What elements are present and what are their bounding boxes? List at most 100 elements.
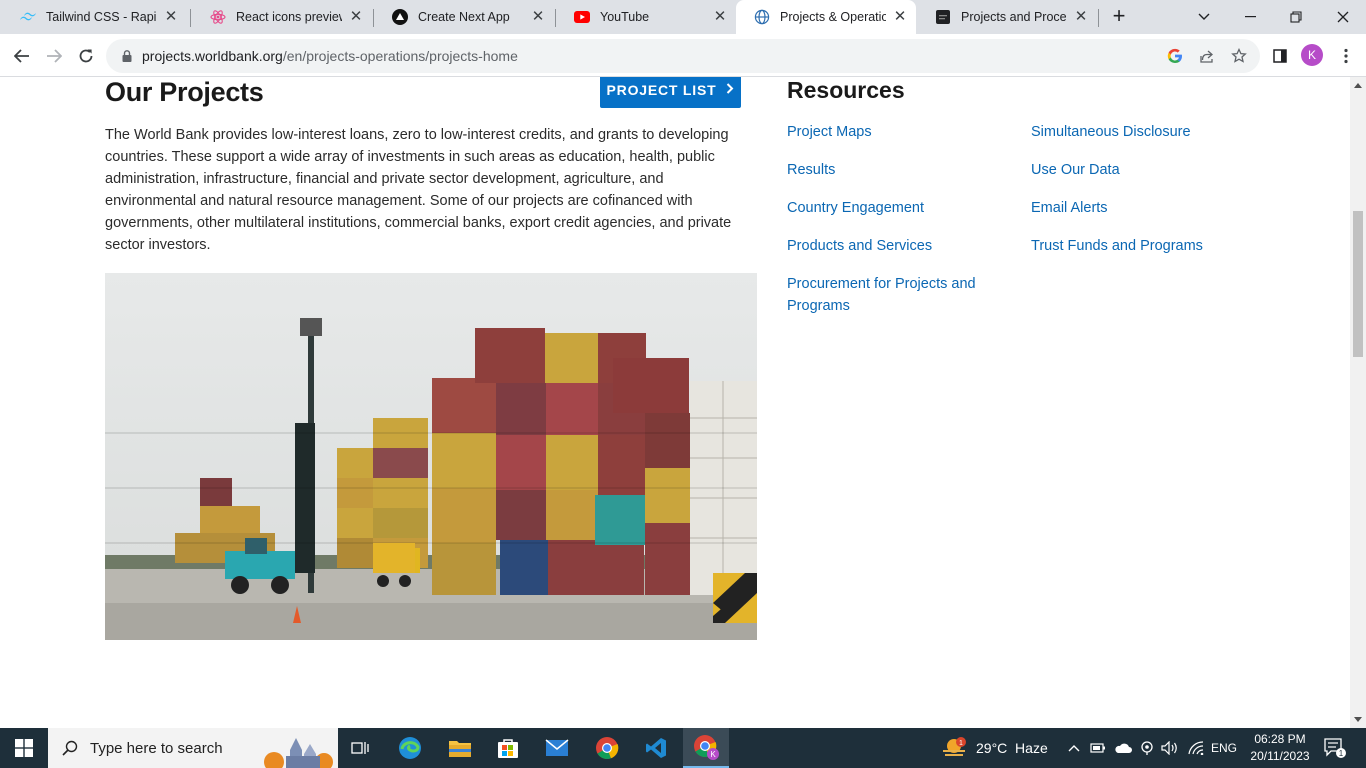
taskbar-mail[interactable] <box>540 728 574 768</box>
taskbar-edge[interactable] <box>393 728 427 768</box>
chevron-right-icon <box>726 82 734 97</box>
notifications-button[interactable]: 1 <box>1320 728 1350 768</box>
task-view-button[interactable] <box>345 728 375 768</box>
reload-button[interactable] <box>72 42 100 70</box>
tab-react-icons[interactable]: React icons preview fo ✕ <box>192 0 372 34</box>
taskbar-search[interactable]: Type here to search <box>48 728 338 768</box>
resources-heading: Resources <box>787 77 905 103</box>
google-icon[interactable] <box>1166 47 1184 65</box>
tab-youtube[interactable]: YouTube ✕ <box>556 0 736 34</box>
close-icon[interactable]: ✕ <box>348 9 364 25</box>
tab-projects-processes[interactable]: Projects and Processe ✕ <box>917 0 1097 34</box>
menu-button[interactable] <box>1332 42 1360 70</box>
weather-widget[interactable]: 1 29°C Haze <box>940 728 1050 768</box>
taskbar-file-explorer[interactable] <box>443 728 477 768</box>
webcam-icon <box>1141 741 1153 755</box>
clock-time: 06:28 PM <box>1254 732 1306 746</box>
arrow-left-icon <box>14 49 29 63</box>
youtube-icon <box>574 9 590 25</box>
chrome-profile-icon: K <box>694 735 719 760</box>
restore-button[interactable] <box>1273 0 1319 34</box>
link-use-our-data[interactable]: Use Our Data <box>1031 159 1251 181</box>
link-country-engagement[interactable]: Country Engagement <box>787 197 1007 219</box>
meet-now-button[interactable] <box>1137 728 1157 768</box>
close-icon[interactable]: ✕ <box>1073 9 1089 25</box>
reload-icon <box>79 49 93 63</box>
link-procurement[interactable]: Procurement for Projects and Programs <box>787 273 1007 317</box>
close-icon[interactable]: ✕ <box>530 9 546 25</box>
onedrive-button[interactable] <box>1112 728 1134 768</box>
forward-button[interactable] <box>40 42 68 70</box>
more-vertical-icon <box>1344 48 1348 64</box>
store-icon <box>498 739 518 758</box>
vscode-icon <box>646 738 666 758</box>
globe-icon <box>754 9 770 25</box>
url-host: projects.worldbank.org <box>142 48 283 64</box>
close-window-button[interactable] <box>1320 0 1366 34</box>
svg-text:K: K <box>710 750 716 759</box>
task-view-icon <box>351 742 369 754</box>
taskbar-chrome[interactable] <box>590 728 624 768</box>
minimize-icon <box>1244 16 1256 18</box>
lock-icon[interactable] <box>120 49 134 63</box>
language-text: ENG <box>1210 741 1237 755</box>
tab-projects-operations[interactable]: Projects & Operation ✕ <box>736 0 916 34</box>
tab-title: Projects & Operation <box>780 10 886 24</box>
system-clock[interactable]: 06:28 PM 20/11/2023 <box>1240 731 1320 765</box>
project-list-label: PROJECT LIST <box>606 81 717 98</box>
battery-button[interactable] <box>1088 728 1108 768</box>
language-button[interactable]: ENG <box>1209 728 1239 768</box>
link-results[interactable]: Results <box>787 159 1007 181</box>
cloud-icon <box>1115 743 1132 753</box>
minimize-button[interactable] <box>1227 0 1273 34</box>
taskbar-chrome-active[interactable]: K <box>683 728 729 768</box>
scroll-up-arrow[interactable] <box>1354 83 1362 88</box>
link-simultaneous-disclosure[interactable]: Simultaneous Disclosure <box>1031 121 1251 143</box>
windows-taskbar: Type here to search K 1 29°C Haze ENG 06… <box>0 728 1366 768</box>
volume-button[interactable] <box>1159 728 1181 768</box>
profile-avatar[interactable]: K <box>1301 44 1323 66</box>
taskbar-vscode[interactable] <box>639 728 673 768</box>
battery-icon <box>1090 743 1105 753</box>
close-icon[interactable]: ✕ <box>712 9 728 25</box>
back-button[interactable] <box>8 42 36 70</box>
close-icon <box>1337 11 1349 23</box>
tab-strip: Tailwind CSS - Rapidly ✕ React icons pre… <box>0 0 1366 34</box>
scroll-down-arrow[interactable] <box>1354 717 1362 722</box>
restore-icon <box>1290 11 1302 23</box>
chevron-down-icon <box>1198 13 1210 20</box>
scrollbar-thumb[interactable] <box>1353 211 1363 357</box>
start-button[interactable] <box>0 728 48 768</box>
taskbar-store[interactable] <box>491 728 525 768</box>
address-bar[interactable]: projects.worldbank.org/en/projects-opera… <box>106 39 1260 73</box>
tab-tailwind[interactable]: Tailwind CSS - Rapidly ✕ <box>2 0 187 34</box>
project-list-button[interactable]: PROJECT LIST <box>600 77 741 108</box>
link-products-and-services[interactable]: Products and Services <box>787 235 1007 257</box>
tab-title: Projects and Processe <box>961 10 1067 24</box>
tab-search-button[interactable] <box>1181 0 1227 34</box>
link-email-alerts[interactable]: Email Alerts <box>1031 197 1251 219</box>
side-panel-button[interactable] <box>1266 42 1294 70</box>
bookmark-star-icon[interactable] <box>1230 47 1248 65</box>
wifi-button[interactable] <box>1185 728 1207 768</box>
close-icon[interactable]: ✕ <box>163 9 179 25</box>
clock-date: 20/11/2023 <box>1250 749 1310 763</box>
new-tab-button[interactable]: + <box>1106 5 1132 29</box>
url-path: /en/projects-operations/projects-home <box>282 48 518 64</box>
tab-divider <box>1098 9 1099 27</box>
react-icon <box>210 9 226 25</box>
side-panel-icon <box>1273 49 1287 63</box>
resources-column-1: Project Maps Results Country Engagement … <box>787 121 1007 333</box>
tray-overflow-button[interactable] <box>1064 728 1084 768</box>
url-text[interactable]: projects.worldbank.org/en/projects-opera… <box>142 48 518 64</box>
share-icon[interactable] <box>1198 47 1216 65</box>
tab-title: Create Next App <box>418 10 510 24</box>
tab-create-next-app[interactable]: Create Next App ✕ <box>374 0 554 34</box>
our-projects-heading: Our Projects <box>105 77 264 107</box>
link-project-maps[interactable]: Project Maps <box>787 121 1007 143</box>
link-trust-funds[interactable]: Trust Funds and Programs <box>1031 235 1251 257</box>
close-icon[interactable]: ✕ <box>892 9 908 25</box>
weather-badge: 1 <box>959 740 963 747</box>
shipping-containers-photo <box>105 273 757 640</box>
page-scrollbar[interactable] <box>1350 77 1366 728</box>
